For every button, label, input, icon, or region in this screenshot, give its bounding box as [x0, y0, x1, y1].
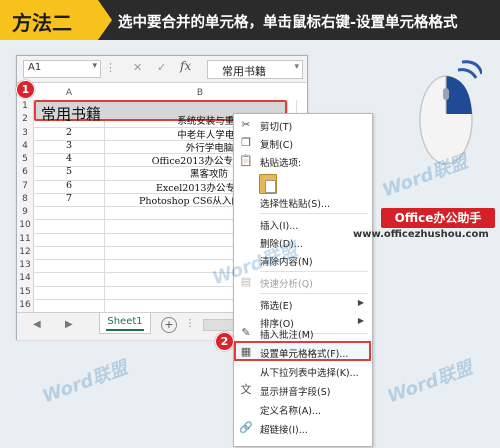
sheet-tab[interactable]: Sheet1 [99, 313, 151, 334]
menu-item-label: 插入(I)... [260, 221, 299, 232]
menu-item-define-name[interactable]: 定义名称(A)... [234, 400, 372, 418]
paste-option-icon[interactable] [259, 174, 277, 194]
menu-item-insert-comment[interactable]: ✎ 插入批注(M) [234, 324, 372, 342]
cell-b[interactable]: Excel2013办公专 [156, 180, 235, 194]
row-header[interactable]: 15 [17, 285, 34, 299]
menu-divider [260, 293, 368, 294]
link-icon: 🔗 [239, 421, 253, 434]
chevron-down-icon[interactable]: ▾ [92, 61, 97, 71]
header-bar: 方法二 选中要合并的单元格，单击鼠标右键-设置单元格格式 [0, 0, 500, 40]
menu-item-label: 粘贴选项: [260, 158, 302, 169]
context-menu: ✂ 剪切(T) ❐ 复制(C) 📋 粘贴选项: 选择性粘贴(S)... 插入(I)..… [233, 113, 373, 447]
menu-item-insert[interactable]: 插入(I)... [234, 215, 372, 233]
cell-b[interactable]: Photoshop CS6从入门 [139, 193, 241, 207]
method-badge: 方法二 [0, 0, 98, 40]
row-header[interactable]: 4 [17, 139, 34, 153]
scissors-icon: ✂ [241, 118, 251, 131]
menu-item-label: 选择性粘贴(S)... [260, 199, 331, 210]
row-header[interactable]: 11 [17, 232, 34, 246]
column-header-b[interactable]: B [105, 88, 295, 100]
row-header[interactable]: 13 [17, 259, 34, 273]
menu-item-label: 定义名称(A)... [260, 406, 321, 417]
brand-url: www.officezhushou.com [353, 229, 489, 240]
method-label: 方法二 [12, 11, 72, 35]
enter-icon[interactable]: ✓ [157, 61, 166, 74]
prev-sheet-icon[interactable]: ◀ [33, 319, 41, 330]
menu-item-filter[interactable]: 筛选(E) ▶ [234, 295, 372, 313]
phonetic-icon: 文 [240, 383, 252, 396]
paste-icon: 📋 [239, 154, 253, 167]
more-icon[interactable]: ⋮ [185, 318, 195, 329]
header-title: 选中要合并的单元格，单击鼠标右键-设置单元格格式 [118, 15, 458, 31]
submenu-arrow-icon: ▶ [357, 298, 364, 307]
cell-a[interactable]: 1 [34, 113, 104, 124]
menu-item-label: 从下拉列表中选择(K)... [260, 368, 359, 379]
menu-item-label: 超链接(I)... [260, 425, 308, 436]
cell-a[interactable]: 2 [34, 127, 104, 138]
step-2-marker: 2 [215, 332, 234, 351]
badge-chevron [98, 0, 112, 40]
column-header-a[interactable]: A [34, 88, 104, 100]
name-box-value: A1 [28, 62, 42, 73]
grid-line [104, 100, 105, 312]
menu-item-phonetic[interactable]: 文显示拼音字段(S) [234, 381, 372, 399]
menu-divider [260, 213, 368, 214]
cell-a[interactable]: 3 [34, 140, 104, 151]
step-1-marker: 1 [16, 80, 35, 99]
row-header[interactable]: 5 [17, 153, 34, 167]
watermark: Word联盟 [384, 357, 476, 408]
menu-item-label: 复制(C) [260, 140, 294, 151]
fx-icon[interactable]: fx [180, 59, 191, 73]
row-header[interactable]: 6 [17, 166, 34, 180]
row-header[interactable]: 10 [17, 219, 34, 233]
comment-icon: ✎ [241, 326, 251, 339]
menu-item-paste-special[interactable]: 选择性粘贴(S)... [234, 193, 372, 211]
cell-a[interactable]: 7 [34, 193, 104, 204]
menu-item-label: 插入批注(M) [260, 330, 314, 341]
row-header[interactable]: 1 [17, 100, 34, 114]
cell-b[interactable]: Office2013办公专 [152, 153, 233, 167]
cell-a[interactable]: 6 [34, 180, 104, 191]
next-sheet-icon[interactable]: ▶ [65, 319, 73, 330]
watermark: Word联盟 [39, 357, 131, 408]
add-sheet-icon[interactable]: + [161, 317, 177, 333]
copy-icon: ❐ [241, 136, 251, 149]
menu-item-paste-options: 📋 粘贴选项: [234, 152, 372, 170]
formula-bar: A1 ▾ ⋮ ✕ ✓ fx 常用书籍 ▾ [17, 56, 307, 83]
menu-item-cut[interactable]: ✂ 剪切(T) [234, 116, 372, 134]
menu-item-pick-from-list[interactable]: 从下拉列表中选择(K)... [234, 362, 372, 380]
menu-item-label: 筛选(E) [260, 301, 293, 312]
menu-item-label: 快速分析(Q) [260, 279, 313, 290]
menu-item-label: 显示拼音字段(S) [260, 387, 331, 398]
row-header[interactable]: 8 [17, 192, 34, 206]
menu-divider [260, 271, 368, 272]
cell-a[interactable]: 5 [34, 166, 104, 177]
row-header[interactable]: 9 [17, 206, 34, 220]
formula-value: 常用书籍 [222, 65, 266, 78]
format-cells-highlight [234, 341, 371, 361]
row-header[interactable]: 12 [17, 245, 34, 259]
formula-input[interactable]: 常用书籍 ▾ [207, 60, 303, 79]
cell-b[interactable]: 黑客攻防 [190, 166, 228, 180]
chevron-down-icon[interactable]: ▾ [294, 62, 299, 72]
row-header[interactable]: 16 [17, 298, 34, 312]
brand-banner: Office办公助手 [381, 208, 495, 228]
row-header[interactable]: 7 [17, 179, 34, 193]
row-header[interactable]: 14 [17, 272, 34, 286]
cell-b[interactable]: 外行学电脑 [186, 140, 234, 154]
row-header[interactable]: 2 [17, 113, 34, 127]
row-header[interactable]: 3 [17, 126, 34, 140]
menu-item-hyperlink[interactable]: 🔗 超链接(I)... [234, 419, 372, 437]
menu-item-label: 剪切(T) [260, 122, 293, 133]
name-box[interactable]: A1 ▾ [23, 60, 101, 78]
cell-a[interactable]: 4 [34, 153, 104, 164]
menu-item-copy[interactable]: ❐ 复制(C) [234, 134, 372, 152]
dots-icon: ⋮ [105, 61, 116, 74]
cancel-icon[interactable]: ✕ [133, 61, 142, 74]
